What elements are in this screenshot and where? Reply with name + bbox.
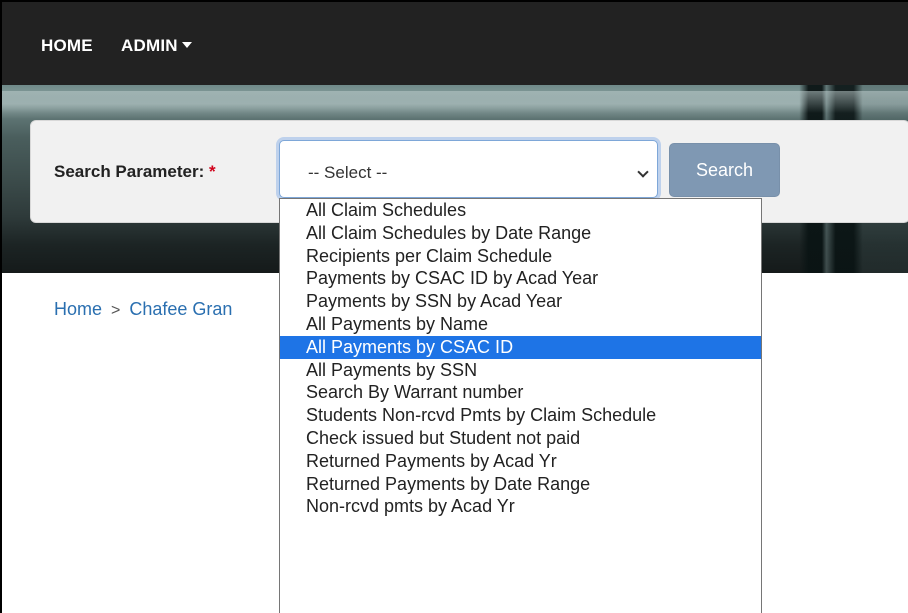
dropdown-option[interactable]: All Claim Schedules xyxy=(280,199,761,222)
search-parameter-label-text: Search Parameter: xyxy=(54,162,205,181)
dropdown-option[interactable]: Students Non-rcvd Pmts by Claim Schedule xyxy=(280,404,761,427)
banner-highlight xyxy=(2,91,908,113)
dropdown-option[interactable]: Returned Payments by Acad Yr xyxy=(280,450,761,473)
dropdown-option[interactable]: Check issued but Student not paid xyxy=(280,427,761,450)
nav-admin-menu[interactable]: ADMIN xyxy=(121,36,192,56)
breadcrumb-separator: > xyxy=(111,302,121,319)
nav-admin-label: ADMIN xyxy=(121,36,178,55)
dropdown-option[interactable]: All Claim Schedules by Date Range xyxy=(280,222,761,245)
top-navbar: HOME ADMIN xyxy=(2,2,908,85)
dropdown-option[interactable]: Returned Payments by Date Range xyxy=(280,473,761,496)
dropdown-option-selected[interactable]: All Payments by CSAC ID xyxy=(280,335,761,359)
app-window: HOME ADMIN Search Parameter: * -- Select… xyxy=(0,0,908,613)
dropdown-option[interactable]: All Payments by Name xyxy=(280,313,761,336)
select-current-value: -- Select -- xyxy=(308,163,388,182)
dropdown-option[interactable]: Non-rcvd pmts by Acad Yr xyxy=(280,495,761,518)
nav-home-link[interactable]: HOME xyxy=(41,36,93,56)
dropdown-option[interactable]: Payments by CSAC ID by Acad Year xyxy=(280,267,761,290)
dropdown-option[interactable]: Payments by SSN by Acad Year xyxy=(280,290,761,313)
search-parameter-label: Search Parameter: * xyxy=(54,162,216,182)
breadcrumb-current-link[interactable]: Chafee Gran xyxy=(129,299,232,319)
breadcrumb-home-link[interactable]: Home xyxy=(54,299,102,319)
search-button[interactable]: Search xyxy=(669,143,780,197)
search-parameter-dropdown: All Claim Schedules All Claim Schedules … xyxy=(279,198,762,613)
required-marker: * xyxy=(209,162,216,181)
dropdown-option[interactable]: Search By Warrant number xyxy=(280,381,761,404)
dropdown-option[interactable]: Recipients per Claim Schedule xyxy=(280,245,761,268)
dropdown-option[interactable]: All Payments by SSN xyxy=(280,359,761,382)
breadcrumb: Home > Chafee Gran xyxy=(54,299,232,320)
caret-down-icon xyxy=(181,42,192,48)
